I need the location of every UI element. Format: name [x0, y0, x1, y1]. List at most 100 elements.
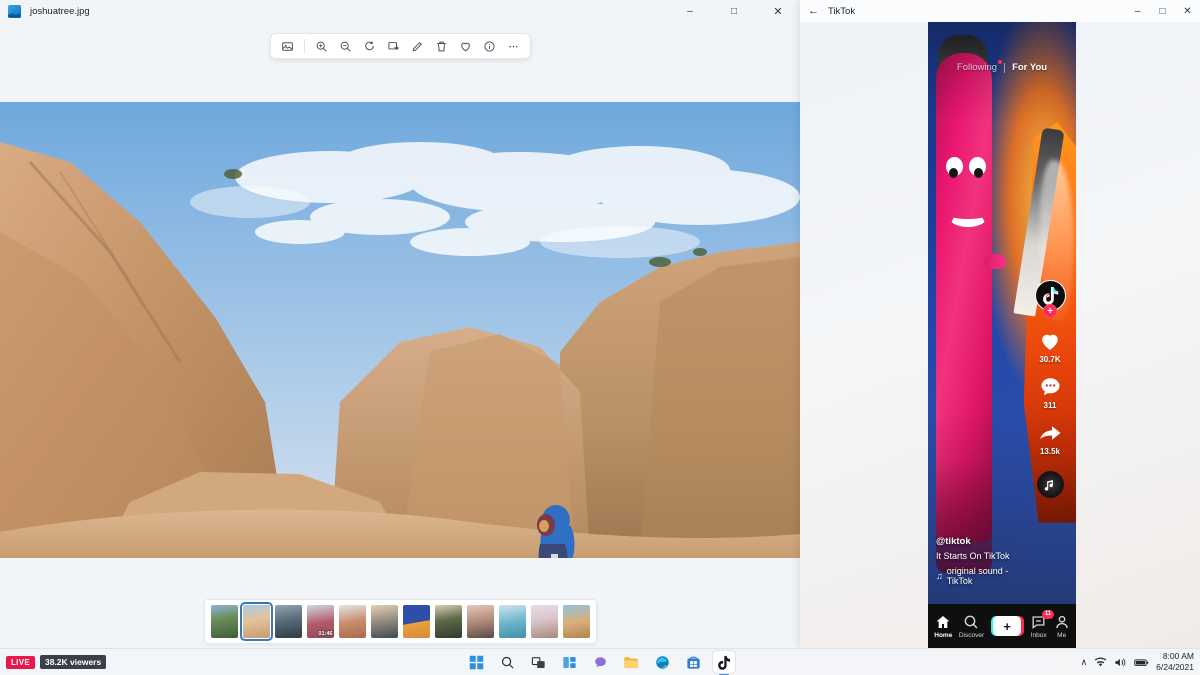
filmstrip-thumbnail-video[interactable]: 01:46 [307, 605, 334, 638]
widgets-button[interactable] [558, 651, 580, 673]
tiktok-window[interactable]: ← TikTok – □ ✕ [800, 0, 1200, 648]
chat-button[interactable] [589, 651, 611, 673]
filmstrip-thumbnail-selected[interactable] [243, 605, 270, 638]
filmstrip-thumbnail[interactable] [499, 605, 526, 638]
tab-for-you[interactable]: For You [1012, 62, 1047, 73]
more-options-icon[interactable] [503, 36, 524, 57]
comment-button[interactable]: 311 [1038, 375, 1063, 410]
tiktok-maximize-button[interactable]: □ [1150, 0, 1175, 22]
nav-discover-label: Discover [959, 632, 984, 639]
joshua-tree-photo [0, 102, 800, 558]
nav-me[interactable]: Me [1054, 614, 1070, 639]
photo-viewer-canvas[interactable] [0, 102, 800, 558]
filmstrip-thumbnail[interactable] [403, 605, 430, 638]
battery-icon[interactable] [1134, 657, 1149, 668]
nav-home[interactable]: Home [934, 614, 952, 639]
crop-icon[interactable] [383, 36, 404, 57]
like-count: 30.7K [1039, 355, 1060, 364]
toolbar-divider [304, 39, 305, 53]
tiktok-close-button[interactable]: ✕ [1175, 0, 1200, 22]
photos-window-controls: – □ ✕ [668, 0, 800, 22]
inbox-badge: 11 [1042, 610, 1054, 619]
filmstrip-thumbnails: 01:46 [204, 599, 597, 644]
filmstrip-thumbnail[interactable] [435, 605, 462, 638]
widgets-icon [562, 655, 577, 670]
rotate-icon[interactable] [359, 36, 380, 57]
photos-close-button[interactable]: ✕ [756, 0, 800, 22]
photos-minimize-button[interactable]: – [668, 0, 712, 22]
store-button[interactable] [682, 651, 704, 673]
nav-create[interactable]: + [991, 616, 1024, 636]
filmstrip-thumbnail[interactable] [211, 605, 238, 638]
screen: joshuatree.jpg – □ ✕ [0, 0, 1200, 675]
tiktok-video-feed[interactable]: Following For You [928, 22, 1076, 648]
filmstrip-thumbnail[interactable] [531, 605, 558, 638]
follow-plus-button[interactable]: + [1043, 304, 1057, 318]
delete-icon[interactable] [431, 36, 452, 57]
comment-icon [1038, 375, 1063, 399]
nav-discover[interactable]: Discover [959, 614, 984, 639]
task-view-button[interactable] [527, 651, 549, 673]
creator-avatar-wrap[interactable]: + [1035, 280, 1066, 311]
share-arrow-icon [1037, 421, 1063, 445]
search-icon [500, 655, 515, 670]
search-button[interactable] [496, 651, 518, 673]
tray-chevron-icon[interactable]: ∧ [1081, 657, 1088, 668]
wifi-icon[interactable] [1094, 657, 1107, 668]
search-icon [963, 614, 979, 630]
share-button[interactable]: 13.5k [1037, 421, 1063, 456]
tray-time: 8:00 AM [1156, 651, 1194, 662]
create-video-button[interactable]: + [991, 616, 1024, 636]
volume-icon[interactable] [1114, 657, 1127, 668]
back-arrow-icon[interactable]: ← [808, 5, 822, 17]
edge-button[interactable] [651, 651, 673, 673]
video-caption: @tiktok It Starts On TikTok ♫ original s… [936, 536, 1030, 586]
filmstrip-thumbnail[interactable] [275, 605, 302, 638]
zoom-in-icon[interactable] [311, 36, 332, 57]
photos-window[interactable]: joshuatree.jpg – □ ✕ [0, 0, 800, 648]
music-title: original sound - TikTok [947, 566, 1030, 586]
tiktok-titlebar[interactable]: ← TikTok – □ ✕ [800, 0, 1200, 22]
photos-window-title: joshuatree.jpg [30, 6, 90, 17]
heart-icon [1037, 328, 1063, 353]
action-rail: + 30.7K [1030, 280, 1070, 498]
viewers-count-badge: 38.2K viewers [40, 655, 106, 669]
file-explorer-button[interactable] [620, 651, 642, 673]
music-row[interactable]: ♫ original sound - TikTok [936, 566, 1030, 586]
music-note-glyph: ♫ [936, 571, 943, 581]
home-icon [935, 614, 951, 630]
nav-inbox-label: Inbox [1031, 632, 1047, 639]
tiktok-bottom-nav: Home Discover + [928, 604, 1076, 648]
share-count: 13.5k [1040, 447, 1060, 456]
windows-logo-icon [469, 655, 484, 670]
edit-pen-icon[interactable] [407, 36, 428, 57]
start-button[interactable] [465, 651, 487, 673]
filmstrip-thumbnail[interactable] [563, 605, 590, 638]
filmstrip-thumbnail[interactable] [371, 605, 398, 638]
zoom-out-icon[interactable] [335, 36, 356, 57]
inbox-icon-wrap: 11 [1030, 614, 1047, 630]
photos-filmstrip[interactable]: 01:46 [0, 594, 800, 648]
folder-icon [623, 655, 639, 670]
fit-to-window-icon[interactable] [277, 36, 298, 57]
live-status-group: LIVE 38.2K viewers [6, 655, 106, 669]
info-icon[interactable] [479, 36, 500, 57]
comment-count: 311 [1044, 401, 1057, 410]
nav-inbox[interactable]: 11 Inbox [1030, 614, 1047, 639]
like-button[interactable]: 30.7K [1037, 328, 1063, 364]
edge-icon [655, 655, 670, 670]
creator-username[interactable]: @tiktok [936, 536, 1030, 547]
tray-clock[interactable]: 8:00 AM 6/24/2021 [1156, 651, 1194, 672]
live-badge: LIVE [6, 656, 35, 669]
tiktok-minimize-button[interactable]: – [1125, 0, 1150, 22]
favorite-heart-icon[interactable] [455, 36, 476, 57]
filmstrip-thumbnail[interactable] [467, 605, 494, 638]
photos-toolbar [270, 33, 531, 59]
photos-titlebar[interactable]: joshuatree.jpg – □ ✕ [0, 0, 800, 22]
nav-home-label: Home [934, 632, 952, 639]
filmstrip-thumbnail[interactable] [339, 605, 366, 638]
music-disc-button[interactable] [1037, 471, 1064, 498]
tiktok-taskbar-button[interactable] [713, 651, 735, 673]
photos-maximize-button[interactable]: □ [712, 0, 756, 22]
tab-following[interactable]: Following [957, 62, 997, 73]
